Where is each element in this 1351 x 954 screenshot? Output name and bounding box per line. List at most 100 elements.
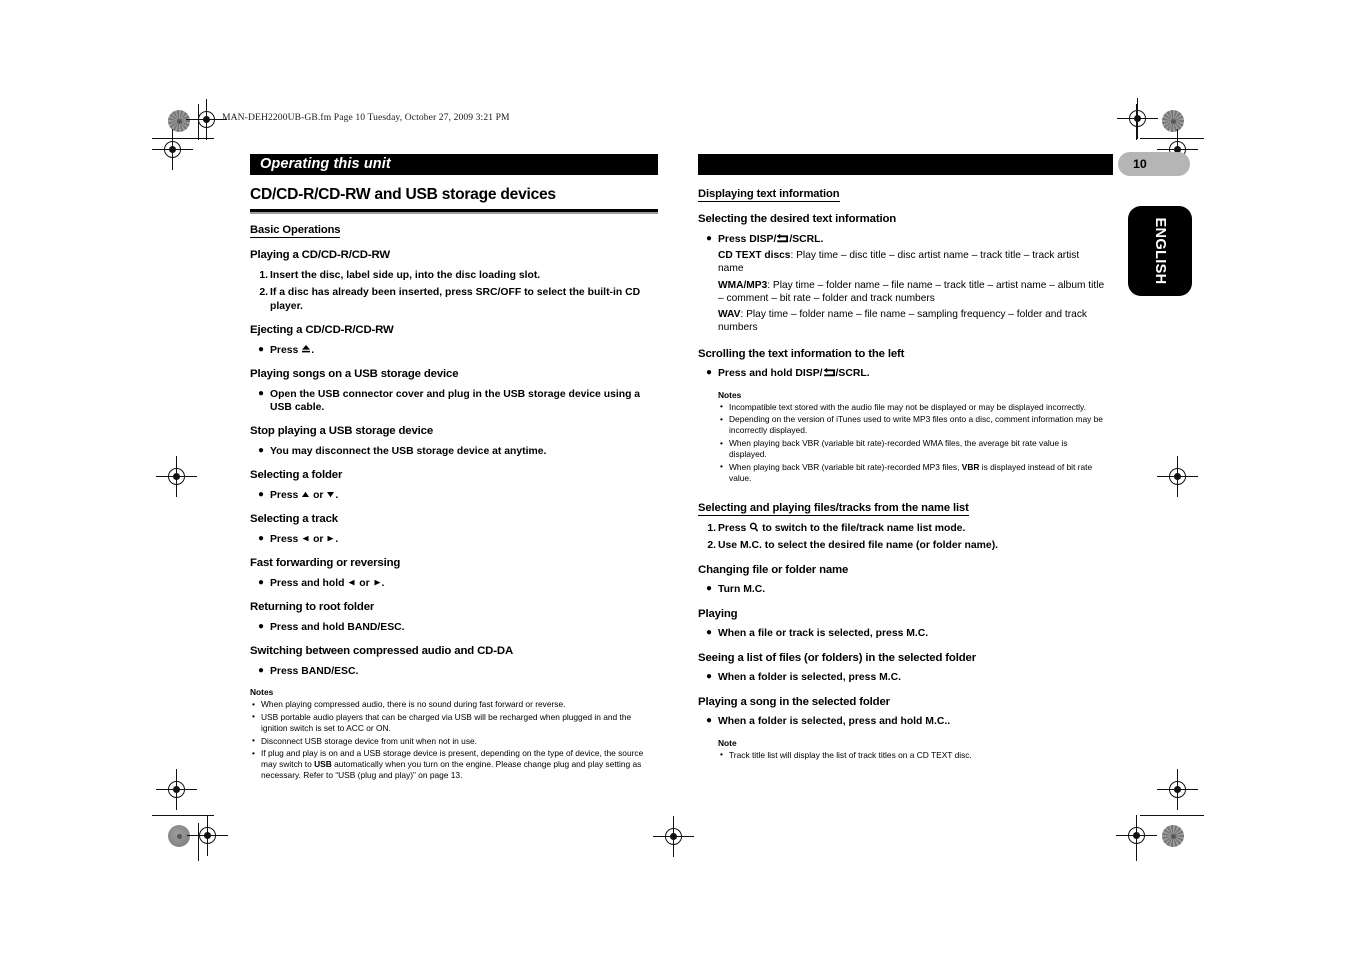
list-item: 2. Use M.C. to select the desired file n… bbox=[698, 539, 1106, 552]
bullet-text: You may disconnect the USB storage devic… bbox=[270, 445, 547, 457]
bullet-dot-icon: ● bbox=[258, 387, 265, 399]
step-text-post: to switch to the file/track name list mo… bbox=[759, 523, 966, 535]
bullet-dot-icon: ● bbox=[706, 627, 713, 639]
note-text: Disconnect USB storage device from unit … bbox=[261, 735, 477, 746]
registration-mark-top-left bbox=[186, 99, 227, 140]
triangle-left-icon bbox=[301, 534, 310, 543]
crop-line-top-right-vertical bbox=[1136, 104, 1138, 140]
list-item: ● Press BAND/ESC. bbox=[250, 665, 658, 678]
bullets-seeing-list: ● When a folder is selected, press M.C. bbox=[698, 671, 1106, 684]
heading-selecting-text-info: Selecting the desired text information bbox=[698, 213, 897, 226]
notes-scrolling-text: Notes • Incompatible text stored with the… bbox=[718, 390, 1106, 484]
heading-selecting-folder: Selecting a folder bbox=[250, 469, 343, 482]
bullets-selecting-text-info: ● Press DISP//SCRL. CD TEXT discs: Play … bbox=[698, 233, 1106, 335]
list-item: ● Press DISP//SCRL. CD TEXT discs: Play … bbox=[698, 233, 1106, 335]
bullet-dot-icon: ● bbox=[706, 715, 713, 727]
bullet-text: When a folder is selected, press and hol… bbox=[718, 716, 951, 728]
triangle-up-icon bbox=[301, 490, 310, 499]
bullet-text: When a file or track is selected, press … bbox=[718, 628, 929, 640]
bullet-text-mid: or bbox=[310, 489, 327, 501]
list-item: ● When a folder is selected, press M.C. bbox=[698, 671, 1106, 684]
crop-line-bottom-right-horizontal bbox=[1140, 815, 1204, 817]
note-text-part1: When playing back VBR (variable bit rate… bbox=[729, 461, 962, 472]
chapter-banner: Operating this unit bbox=[250, 154, 658, 175]
page-number: 10 bbox=[1133, 157, 1147, 171]
heading-playing-usb: Playing songs on a USB storage device bbox=[250, 367, 459, 380]
return-arrow-icon bbox=[776, 233, 789, 243]
registration-mark-top-right bbox=[1117, 98, 1158, 139]
list-item: ● When a folder is selected, press and h… bbox=[698, 715, 1106, 728]
list-item: 1. Insert the disc, label side up, into … bbox=[250, 269, 658, 282]
bullets-ejecting-cd: ● Press . bbox=[250, 344, 658, 357]
heading-playing: Playing bbox=[698, 607, 738, 620]
list-item: • Incompatible text stored with the audio… bbox=[718, 401, 1106, 413]
heading-playing-song-folder: Playing a song in the selected folder bbox=[698, 695, 890, 708]
bullets-fast-forward: ● Press and hold or . bbox=[250, 577, 658, 590]
note-text: Depending on the version of iTunes used … bbox=[729, 414, 1103, 436]
bullet-text-post: /SCRL. bbox=[835, 368, 870, 380]
definition-desc: : Play time – folder name – file name – … bbox=[718, 279, 1105, 304]
step-text: If a disc has already been inserted, pre… bbox=[270, 287, 641, 312]
bullet-dot-icon: ● bbox=[258, 576, 265, 588]
heading-scrolling-text: Scrolling the text information to the le… bbox=[698, 347, 905, 360]
bullet-text-post: . bbox=[335, 489, 339, 501]
list-item: • When playing back VBR (variable bit rat… bbox=[718, 461, 1106, 484]
list-item: ● You may disconnect the USB storage dev… bbox=[250, 445, 658, 458]
note-text: USB portable audio players that can be c… bbox=[261, 711, 632, 734]
step-number: 2. bbox=[259, 287, 268, 299]
registration-mark-bottom-left bbox=[187, 815, 228, 856]
notes-title: Notes bbox=[718, 389, 742, 400]
bullet-text-post: . bbox=[381, 577, 385, 589]
bullet-text-post: /SCRL. bbox=[789, 233, 824, 245]
bullet-text-pre: Press bbox=[270, 344, 302, 356]
bullet-dot-icon: ● bbox=[258, 343, 265, 355]
bullet-dot-icon: ● bbox=[258, 488, 265, 500]
step-number: 1. bbox=[259, 270, 268, 281]
running-header: MAN-DEH2200UB-GB.fm Page 10 Tuesday, Oct… bbox=[222, 112, 510, 123]
note-text-bold: USB bbox=[314, 759, 332, 770]
crop-line-bottom-left-horizontal bbox=[152, 815, 214, 817]
bullets-changing-name: ● Turn M.C. bbox=[698, 583, 1106, 596]
list-item: • Track title list will display the list … bbox=[718, 749, 1106, 761]
note-bullet-icon: • bbox=[252, 747, 255, 758]
return-arrow-icon bbox=[823, 367, 836, 377]
bullet-text: Open the USB connector cover and plug in… bbox=[270, 388, 641, 413]
heading-selecting-track: Selecting a track bbox=[250, 513, 338, 526]
list-item: • Depending on the version of iTunes used… bbox=[718, 414, 1106, 436]
heading-fast-forward: Fast forwarding or reversing bbox=[250, 557, 401, 570]
triangle-right-icon bbox=[373, 578, 382, 587]
bullets-stop-playing-usb: ● You may disconnect the USB storage dev… bbox=[250, 445, 658, 458]
note-bullet-icon: • bbox=[252, 698, 255, 709]
bullets-returning-root: ● Press and hold BAND/ESC. bbox=[250, 621, 658, 634]
list-item: ● Turn M.C. bbox=[698, 583, 1106, 596]
bullets-playing-song-folder: ● When a folder is selected, press and h… bbox=[698, 715, 1106, 728]
bullet-dot-icon: ● bbox=[706, 583, 713, 595]
bullets-switching-audio: ● Press BAND/ESC. bbox=[250, 665, 658, 678]
notes-list: • When playing compressed audio, there is… bbox=[250, 699, 658, 781]
crop-line-top-left-vertical bbox=[198, 104, 200, 140]
bullet-text-pre: Press and hold bbox=[270, 577, 348, 589]
note-right-bottom: Note • Track title list will display the … bbox=[718, 738, 1106, 761]
registration-dot-top-right bbox=[1162, 110, 1184, 132]
list-item: • USB portable audio players that can be … bbox=[250, 711, 658, 734]
list-item: ● Press or . bbox=[250, 533, 658, 546]
bullet-text-post: . bbox=[335, 533, 339, 545]
heading-playing-cd: Playing a CD/CD-R/CD-RW bbox=[250, 249, 390, 262]
list-item: 1. Press to switch to the file/track nam… bbox=[698, 522, 1106, 535]
note-text: Track title list will display the list o… bbox=[729, 749, 972, 760]
step-text: Use M.C. to select the desired file name… bbox=[718, 540, 999, 552]
subsection-basic-operations: Basic Operations bbox=[250, 224, 341, 239]
bullet-dot-icon: ● bbox=[706, 367, 713, 379]
list-item: ● Press . bbox=[250, 344, 658, 357]
right-column: Displaying text information Selecting th… bbox=[698, 154, 1106, 761]
note-text: When playing compressed audio, there is … bbox=[261, 699, 566, 710]
definition-row: WAV: Play time – folder name – file name… bbox=[718, 308, 1106, 335]
note-bullet-icon: • bbox=[720, 749, 723, 760]
list-item: • If plug and play is on and a USB storag… bbox=[250, 748, 658, 781]
bullet-text: Press and hold BAND/ESC. bbox=[270, 621, 405, 633]
list-item: ● Press and hold BAND/ESC. bbox=[250, 621, 658, 634]
definition-row: WMA/MP3: Play time – folder name – file … bbox=[718, 279, 1106, 306]
document-page: MAN-DEH2200UB-GB.fm Page 10 Tuesday, Oct… bbox=[0, 0, 1351, 954]
bullets-playing: ● When a file or track is selected, pres… bbox=[698, 627, 1106, 640]
steps-name-list: 1. Press to switch to the file/track nam… bbox=[698, 522, 1106, 553]
